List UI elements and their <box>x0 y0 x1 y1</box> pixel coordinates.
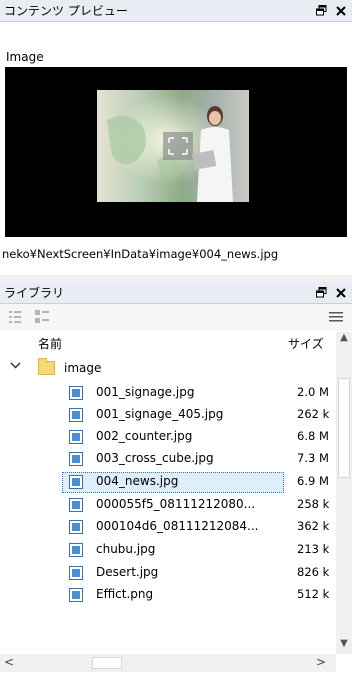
list-view-icon[interactable] <box>6 308 26 326</box>
file-name: 001_signage.jpg <box>96 385 195 399</box>
preview-panel-title: コンテンツ プレビュー <box>4 4 128 18</box>
preview-type-label: Image <box>6 50 44 64</box>
image-file-icon <box>69 566 83 580</box>
image-file-icon <box>69 430 83 444</box>
close-icon[interactable] <box>332 2 350 20</box>
folder-icon <box>38 358 55 375</box>
file-name: Effict.png <box>96 587 154 601</box>
file-row[interactable]: 001_signage.jpg 2.0 M <box>0 383 336 404</box>
file-name: chubu.jpg <box>96 542 156 556</box>
file-row[interactable]: 002_counter.jpg 6.8 M <box>0 427 336 448</box>
image-file-icon <box>69 452 83 466</box>
scroll-down-icon[interactable]: ▼ <box>336 638 352 654</box>
file-size: 213 k <box>297 542 330 556</box>
file-row[interactable]: 000055f5_08111212080... 258 k <box>0 495 336 516</box>
file-size: 7.3 M <box>297 451 329 465</box>
file-row-selected[interactable]: 004_news.jpg 6.9 M <box>0 472 336 493</box>
float-window-icon[interactable] <box>312 2 330 20</box>
image-file-icon <box>69 588 83 602</box>
file-row[interactable]: 000104d6_08111212084... 362 k <box>0 517 336 538</box>
name-column-header[interactable]: 名前 <box>38 335 62 352</box>
vertical-scroll-thumb[interactable] <box>338 378 350 478</box>
file-size: 6.9 M <box>297 474 329 488</box>
file-name: 000104d6_08111212084... <box>96 519 259 533</box>
vertical-scrollbar[interactable]: ▲ ▼ <box>336 332 352 654</box>
image-file-icon <box>69 386 83 400</box>
file-size: 2.0 M <box>297 385 329 399</box>
file-size: 826 k <box>297 565 330 579</box>
file-row[interactable]: Desert.jpg 826 k <box>0 563 336 584</box>
file-name: 001_signage_405.jpg <box>96 407 224 421</box>
detail-view-icon[interactable] <box>32 308 52 326</box>
file-size: 262 k <box>297 407 330 421</box>
library-tree: image 001_signage.jpg 2.0 M 001_signage_… <box>0 354 336 652</box>
float-window-icon[interactable] <box>312 284 330 302</box>
preview-title-bar: コンテンツ プレビュー <box>0 0 352 22</box>
preview-stage <box>5 67 347 237</box>
preview-image <box>97 90 249 202</box>
file-row[interactable]: 003_cross_cube.jpg 7.3 M <box>0 449 336 470</box>
image-file-icon <box>69 520 83 534</box>
library-title-bar: ライブラリ <box>0 282 352 304</box>
file-size: 258 k <box>297 497 330 511</box>
image-file-icon <box>69 543 83 557</box>
library-panel: ライブラリ 名前 サイズ image 001_signage.jpg 2.0 M… <box>0 282 352 674</box>
file-name: Desert.jpg <box>96 565 159 579</box>
size-column-header[interactable]: サイズ <box>288 335 324 352</box>
folder-label: image <box>64 361 102 375</box>
file-name: 002_counter.jpg <box>96 429 193 443</box>
horizontal-scrollbar[interactable]: < > <box>0 654 336 672</box>
file-name: 004_news.jpg <box>96 474 179 488</box>
file-name: 000055f5_08111212080... <box>96 497 256 511</box>
content-preview-panel: コンテンツ プレビュー Image neko¥NextScreen¥InData… <box>0 0 352 275</box>
column-header: 名前 サイズ <box>0 332 336 352</box>
file-row[interactable]: Effict.png 512 k <box>0 585 336 606</box>
image-file-icon <box>69 408 83 422</box>
scroll-left-icon[interactable]: < <box>4 655 14 669</box>
file-size: 6.8 M <box>297 429 329 443</box>
image-file-icon <box>69 475 83 489</box>
chevron-down-icon[interactable] <box>10 360 21 374</box>
file-size: 362 k <box>297 519 330 533</box>
menu-icon[interactable] <box>326 308 346 326</box>
scroll-up-icon[interactable]: ▲ <box>336 332 352 348</box>
image-file-icon <box>69 498 83 512</box>
preview-file-path: neko¥NextScreen¥InData¥image¥004_news.jp… <box>2 247 279 261</box>
file-size: 512 k <box>297 587 330 601</box>
library-toolbar <box>0 304 352 330</box>
tree-folder-image[interactable]: image <box>0 358 336 380</box>
file-row[interactable]: 001_signage_405.jpg 262 k <box>0 405 336 426</box>
close-icon[interactable] <box>332 284 350 302</box>
file-row[interactable]: chubu.jpg 213 k <box>0 540 336 561</box>
library-panel-title: ライブラリ <box>4 286 65 300</box>
scroll-right-icon[interactable]: > <box>316 655 326 669</box>
file-name: 003_cross_cube.jpg <box>96 451 214 465</box>
horizontal-scroll-thumb[interactable] <box>92 657 122 669</box>
